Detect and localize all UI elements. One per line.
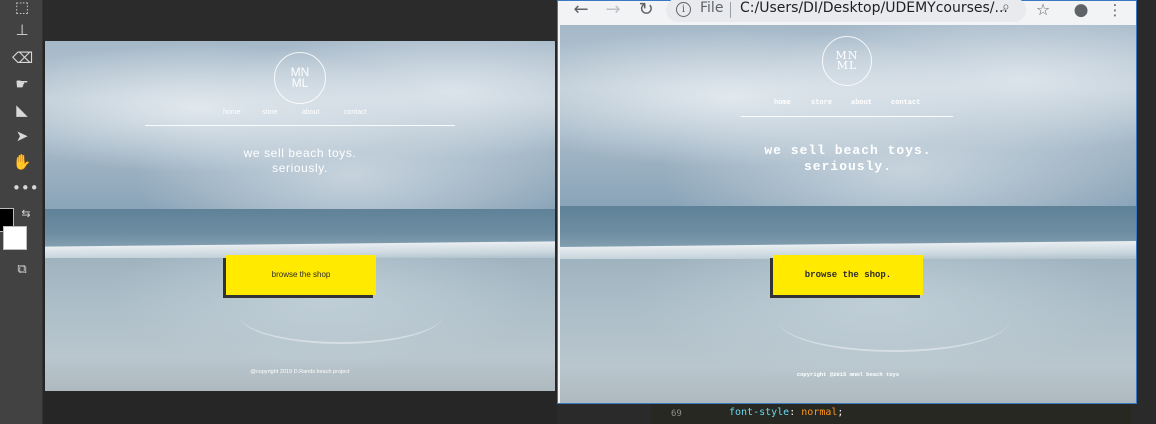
code-line[interactable]: font-style: normal; xyxy=(729,407,843,418)
smudge-tool-icon[interactable]: ☛ xyxy=(12,74,32,94)
nav-item-about[interactable]: about xyxy=(851,99,891,107)
zoom-icon[interactable]: ⌕ xyxy=(1002,0,1010,15)
marquee-tool-icon[interactable]: ⬚ xyxy=(12,0,32,17)
headline-line-1: we sell beach toys. xyxy=(243,146,357,160)
browser-window: ← → ↻ i File C:/Users/DI/Desktop/UDEMYco… xyxy=(557,0,1137,404)
mockup-nav: home store about contact xyxy=(223,109,367,116)
nav-item-home[interactable]: home xyxy=(223,109,262,116)
swap-colors-icon[interactable]: ⇆ xyxy=(16,204,36,224)
back-arrow-icon[interactable]: ← xyxy=(570,1,592,21)
mockup-footer: @copyright 2019 D.Rands beach project xyxy=(250,369,350,375)
nav-item-contact[interactable]: contact xyxy=(891,99,920,107)
browser-toolbar: ← → ↻ i File C:/Users/DI/Desktop/UDEMYco… xyxy=(558,0,1136,25)
site-footer: copyright @2015 mnml beach toys xyxy=(796,371,900,378)
photoshop-toolbar: ⬚ ⊥ ⌫ ☛ ◣ ➤ ✋ ••• ⇆ ⧉ xyxy=(0,0,43,424)
nav-underline xyxy=(145,125,455,126)
nav-item-about[interactable]: about xyxy=(302,109,344,116)
line-number: 69 xyxy=(671,409,682,419)
nav-underline xyxy=(741,116,953,117)
photoshop-canvas-area: MN ML home store about contact we sell b… xyxy=(43,0,557,424)
screen-mode-icon[interactable]: ⧉ xyxy=(12,260,32,280)
address-separator xyxy=(730,2,731,18)
nav-item-store[interactable]: store xyxy=(811,99,851,107)
forward-arrow-icon[interactable]: → xyxy=(602,1,624,21)
css-value: normal xyxy=(801,407,838,418)
hand-tool-icon[interactable]: ✋ xyxy=(12,152,32,172)
eraser-tool-icon[interactable]: ⌫ xyxy=(12,48,33,68)
headline-line-2: seriously. xyxy=(272,161,328,175)
address-bar[interactable]: i File C:/Users/DI/Desktop/UDEMYcourses/… xyxy=(666,0,1026,22)
site-headline: we sell beach toys. seriously. xyxy=(560,143,1136,175)
nav-item-home[interactable]: home xyxy=(774,99,811,107)
logo-line-2: ML xyxy=(291,76,309,90)
code-editor: 69 font-style: normal; xyxy=(651,404,1131,424)
website-viewport: MN ML home store about contact we sell b… xyxy=(560,25,1136,403)
canvas-top-strip xyxy=(43,0,557,41)
site-nav: home store about contact xyxy=(774,99,920,107)
info-icon[interactable]: i xyxy=(676,2,691,17)
url-text[interactable]: C:/Users/DI/Desktop/UDEMYcourses/... xyxy=(740,0,1008,16)
pen-tool-icon[interactable]: ◣ xyxy=(12,100,32,120)
reload-icon[interactable]: ↻ xyxy=(635,1,657,21)
mockup-logo: MN ML xyxy=(274,52,326,104)
selection-arrow-icon[interactable]: ➤ xyxy=(12,126,32,146)
profile-avatar-icon[interactable]: ● xyxy=(1070,0,1092,21)
menu-kebab-icon[interactable]: ⋮ xyxy=(1104,0,1126,21)
headline-line-2: seriously. xyxy=(803,159,892,174)
browse-shop-button[interactable]: browse the shop. xyxy=(773,255,923,295)
mockup-headline: we sell beach toys. seriously. xyxy=(45,146,555,176)
bookmark-star-icon[interactable]: ☆ xyxy=(1032,0,1054,21)
nav-item-store[interactable]: store xyxy=(262,109,302,116)
scheme-label: File xyxy=(700,0,724,16)
headline-line-1: we sell beach toys. xyxy=(764,143,932,158)
logo-line-2: ML xyxy=(836,59,858,72)
background-color-swatch[interactable] xyxy=(3,226,27,250)
site-logo[interactable]: MN ML xyxy=(822,36,872,86)
more-tools-icon[interactable]: ••• xyxy=(12,178,39,198)
foam-line xyxy=(778,290,1010,353)
nav-item-contact[interactable]: contact xyxy=(344,109,367,116)
mockup-cta-button[interactable]: browse the shop xyxy=(226,255,376,295)
css-property: font-style xyxy=(729,407,790,418)
stamp-tool-icon[interactable]: ⊥ xyxy=(12,20,32,40)
design-mockup: MN ML home store about contact we sell b… xyxy=(45,41,555,391)
